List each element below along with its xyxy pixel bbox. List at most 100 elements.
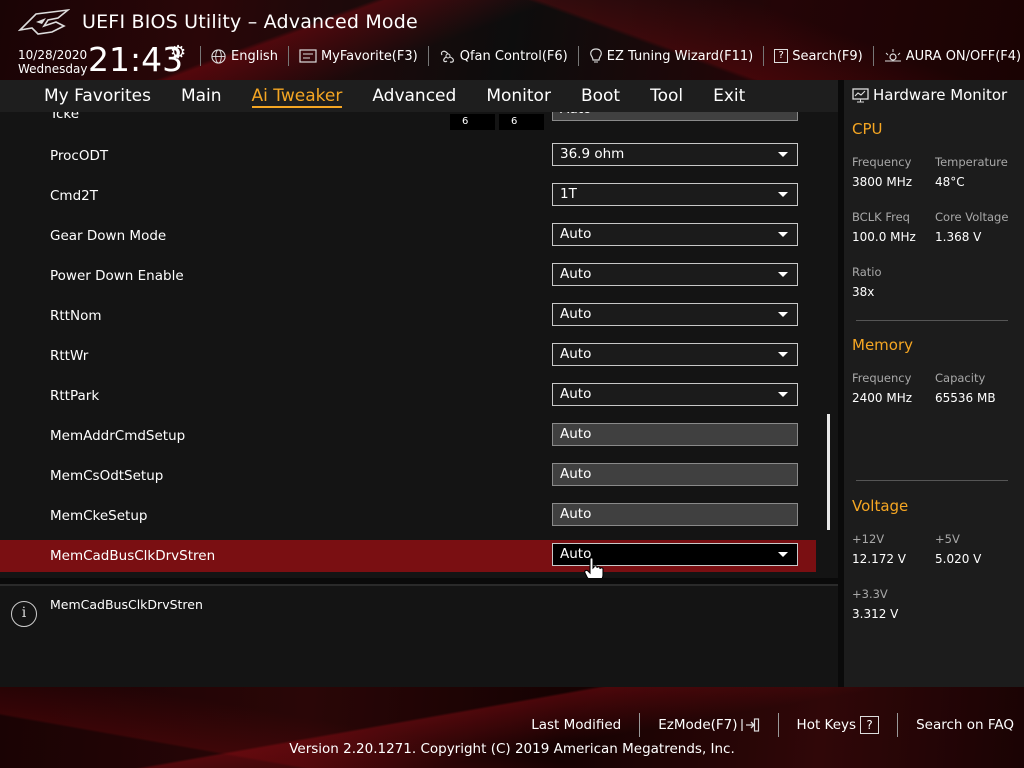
memcsodtsetup-field[interactable]: Auto (552, 463, 798, 486)
hardware-monitor-panel: Hardware Monitor CPU Frequency Temperatu… (844, 80, 1024, 687)
memckesetup-field[interactable]: Auto (552, 503, 798, 526)
memory-capacity-label: Capacity (935, 371, 986, 385)
core-voltage-label: Core Voltage (935, 210, 1009, 224)
setting-row-rttnom[interactable]: RttNom Auto (0, 300, 816, 332)
setting-row-tcke[interactable]: Tcke 6 6 Auto (0, 112, 816, 130)
date-text: 10/28/2020 (18, 48, 88, 62)
setting-label: RttWr (50, 348, 89, 364)
last-modified-label: Last Modified (531, 717, 622, 733)
hardware-monitor-title: Hardware Monitor (852, 86, 1007, 104)
setting-row-power-down-enable[interactable]: Power Down Enable Auto (0, 260, 816, 292)
section-divider (856, 480, 1008, 481)
v5-label: +5V (935, 532, 960, 546)
hot-keys-button[interactable]: Hot Keys ? (777, 713, 898, 737)
dropdown-arrow-icon (778, 352, 788, 357)
voltage-heading: Voltage (852, 497, 909, 515)
globe-icon (211, 48, 226, 64)
tcke-field[interactable]: Auto (552, 112, 798, 121)
section-divider (856, 320, 1008, 321)
memaddrcmdsetup-field[interactable]: Auto (552, 423, 798, 446)
aura-label: AURA ON/OFF(F4) (905, 48, 1022, 64)
language-label: English (231, 48, 278, 64)
ezmode-button[interactable]: EzMode(F7) (639, 713, 777, 737)
v12-label: +12V (852, 532, 885, 546)
qfan-label: Qfan Control(F6) (459, 48, 568, 64)
search-label: Search(F9) (792, 48, 863, 64)
core-voltage-value: 1.368 V (935, 230, 982, 244)
v33-value: 3.312 V (852, 607, 899, 621)
setting-row-rttwr[interactable]: RttWr Auto (0, 340, 816, 372)
dropdown-arrow-icon (778, 552, 788, 557)
ratio-value: 38x (852, 285, 875, 299)
search-button[interactable]: ? Search(F9) (763, 46, 873, 66)
setting-row-cmd2t[interactable]: Cmd2T 1T (0, 180, 816, 212)
setting-label: RttPark (50, 388, 100, 404)
cmd2t-dropdown[interactable]: 1T (552, 183, 798, 206)
tab-ai-tweaker[interactable]: Ai Tweaker (251, 80, 342, 112)
memory-capacity-value: 65536 MB (935, 391, 996, 405)
footer-bar: Last Modified EzMode(F7) Hot Keys ? Sear… (0, 687, 1024, 768)
exit-to-ezmode-icon (740, 718, 759, 732)
top-toolbar: English MyFavorite(F3) Qfan Control(F6) … (200, 46, 1024, 66)
setting-row-gear-down-mode[interactable]: Gear Down Mode Auto (0, 220, 816, 252)
power-down-enable-dropdown[interactable]: Auto (552, 263, 798, 286)
scrollbar-thumb[interactable] (827, 414, 830, 530)
myfavorite-button[interactable]: MyFavorite(F3) (287, 46, 428, 66)
cpu-temperature-value: 48°C (935, 175, 965, 189)
gear-down-mode-dropdown[interactable]: Auto (552, 223, 798, 246)
gear-icon[interactable]: ⚙ (170, 42, 186, 63)
info-icon: i (11, 601, 37, 627)
setting-row-procodt[interactable]: ProcODT 36.9 ohm (0, 140, 816, 172)
setting-row-memaddrcmdsetup[interactable]: MemAddrCmdSetup Auto (0, 420, 816, 452)
tab-monitor[interactable]: Monitor (486, 80, 551, 112)
setting-row-rttpark[interactable]: RttPark Auto (0, 380, 816, 412)
cpu-frequency-value: 3800 MHz (852, 175, 913, 189)
ezmode-label: EzMode(F7) (658, 717, 738, 733)
setting-row-memcadbusclkdrvstren[interactable]: MemCadBusClkDrvStren Auto (0, 540, 816, 572)
fan-icon (440, 50, 454, 63)
monitor-icon (852, 87, 869, 102)
version-text: Version 2.20.1271. Copyright (C) 2019 Am… (289, 741, 735, 757)
tab-advanced[interactable]: Advanced (372, 80, 456, 112)
last-modified-button[interactable]: Last Modified (513, 713, 639, 737)
question-icon: ? (774, 49, 789, 63)
rttpark-dropdown[interactable]: Auto (552, 383, 798, 406)
tcke-value-box-1: 6 (450, 114, 495, 130)
setting-label: Tcke (50, 112, 80, 122)
rttwr-dropdown[interactable]: Auto (552, 343, 798, 366)
setting-label: Power Down Enable (50, 268, 184, 284)
tab-boot[interactable]: Boot (581, 80, 620, 112)
aura-button[interactable]: AURA ON/OFF(F4) (872, 46, 1024, 66)
dropdown-arrow-icon (778, 272, 788, 277)
help-text: MemCadBusClkDrvStren (50, 597, 203, 612)
tab-my-favorites[interactable]: My Favorites (44, 80, 151, 112)
dropdown-value: 36.9 ohm (560, 146, 625, 162)
hand-cursor-icon (584, 557, 604, 578)
rog-logo-icon (18, 8, 70, 35)
tab-tool[interactable]: Tool (650, 80, 683, 112)
memory-frequency-value: 2400 MHz (852, 391, 913, 405)
qfan-button[interactable]: Qfan Control(F6) (427, 46, 578, 66)
question-icon: ? (860, 716, 880, 734)
setting-label: ProcODT (50, 148, 109, 164)
setting-label: MemCsOdtSetup (50, 468, 164, 484)
ez-tuning-button[interactable]: EZ Tuning Wizard(F11) (577, 46, 763, 66)
memory-heading: Memory (852, 336, 914, 354)
tab-exit[interactable]: Exit (713, 80, 745, 112)
tab-main[interactable]: Main (181, 80, 222, 112)
settings-panel: Tcke 6 6 Auto ProcODT 36.9 ohm Cmd2T 1T … (0, 112, 838, 578)
v33-label: +3.3V (852, 587, 888, 601)
favorite-icon (299, 49, 317, 63)
setting-row-memcsodtsetup[interactable]: MemCsOdtSetup Auto (0, 460, 816, 492)
search-on-faq-button[interactable]: Search on FAQ (897, 713, 1014, 737)
setting-label: Gear Down Mode (50, 228, 167, 244)
procodt-dropdown[interactable]: 36.9 ohm (552, 143, 798, 166)
language-button[interactable]: English (200, 46, 288, 66)
rttnom-dropdown[interactable]: Auto (552, 303, 798, 326)
setting-row-memckesetup[interactable]: MemCkeSetup Auto (0, 500, 816, 532)
date-display: 10/28/2020 Wednesday (18, 48, 87, 76)
dropdown-value: Auto (560, 226, 592, 242)
myfavorite-label: MyFavorite(F3) (320, 48, 418, 64)
footer-links: Last Modified EzMode(F7) Hot Keys ? Sear… (513, 713, 1014, 737)
v12-value: 12.172 V (852, 552, 907, 566)
